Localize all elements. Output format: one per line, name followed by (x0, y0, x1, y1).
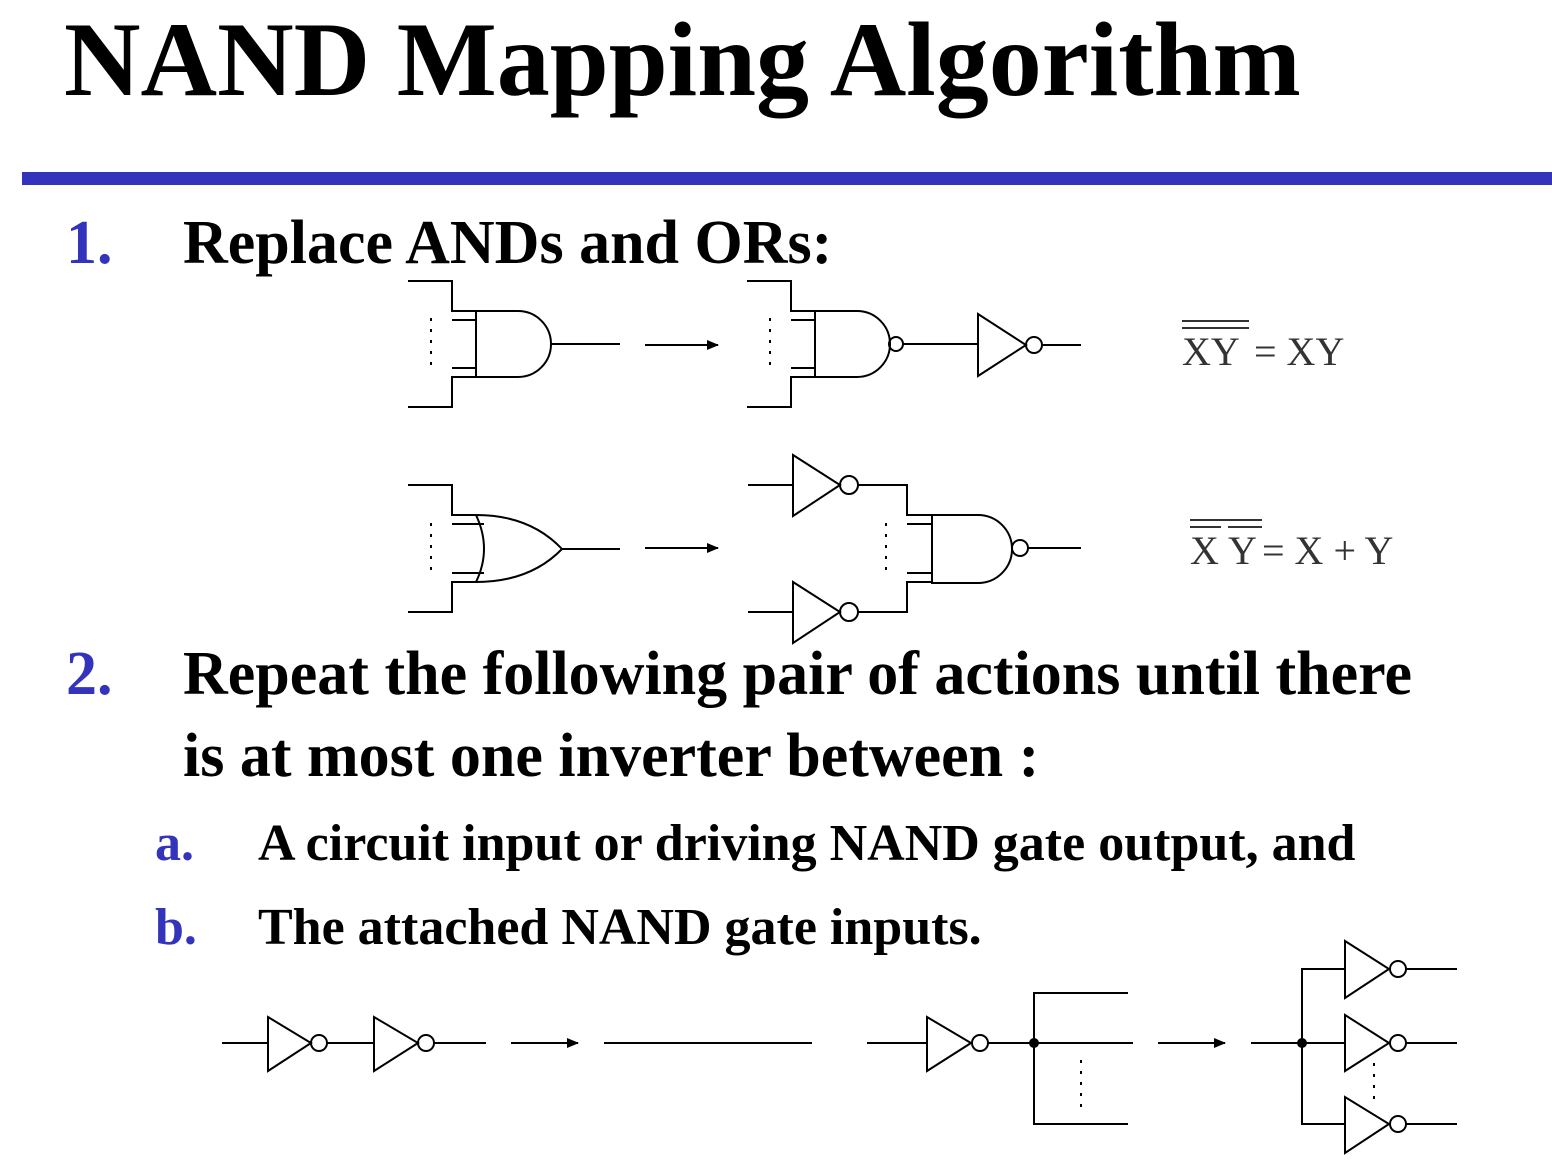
or-equation: X Y = X + Y (1190, 519, 1393, 573)
nand-bubble (888, 336, 904, 352)
fanout-inverter-diagram (867, 992, 1133, 1125)
inverter-symbol (792, 580, 842, 645)
inverter-symbol (373, 1015, 420, 1073)
and-gate-symbol (475, 310, 552, 378)
and-gate-diagram (408, 280, 620, 408)
and-equation-lhs: XY (1182, 329, 1240, 374)
and-equation-rhs: = XY (1254, 329, 1344, 374)
or-equation-y: Y (1228, 528, 1257, 573)
nand-gate-symbol (931, 514, 1013, 584)
inverter-symbol (926, 1015, 973, 1073)
or-gate-symbol (474, 513, 564, 584)
nand-gate-symbol (814, 310, 891, 378)
inverter-symbol (1344, 1013, 1391, 1073)
inverter-symbol (267, 1015, 313, 1073)
or-gate-diagram (408, 484, 620, 613)
circuit-diagrams: XY = XY X Y = X + Y (222, 280, 1457, 1155)
nand-not-diagram (747, 280, 1081, 408)
fanout-multiple-inverters-diagram (1251, 939, 1457, 1155)
or-equation-rhs: = X + Y (1262, 528, 1393, 573)
double-inverter-diagram (222, 1015, 486, 1073)
inverter-symbol (1344, 1095, 1391, 1155)
inverter-symbol (792, 453, 842, 518)
inverter-symbol (977, 312, 1028, 378)
inverter-symbol (1344, 939, 1391, 1000)
inverted-nand-diagram (748, 453, 1081, 645)
or-equation-x: X (1190, 528, 1219, 573)
and-equation: XY = XY (1182, 320, 1344, 374)
